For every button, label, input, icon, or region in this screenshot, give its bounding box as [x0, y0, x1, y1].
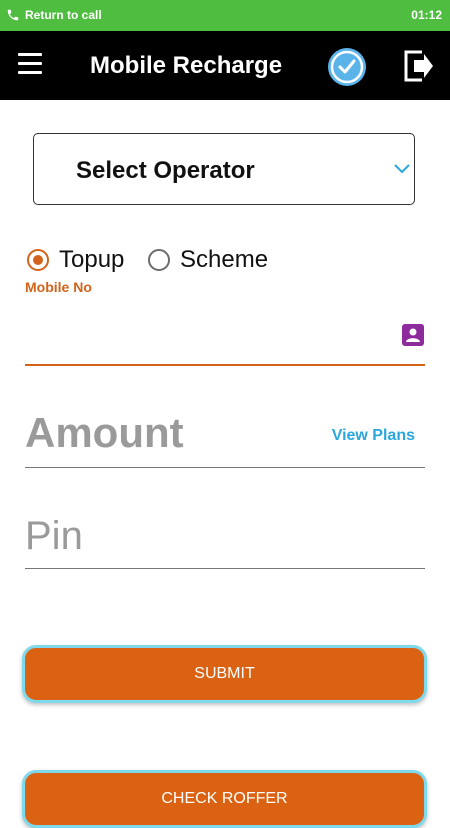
mobile-number-input[interactable] — [25, 300, 425, 366]
check-roffer-button[interactable]: CHECK ROFFER — [22, 770, 427, 828]
view-plans-link[interactable]: View Plans — [332, 427, 415, 445]
chevron-down-icon — [394, 164, 410, 174]
amount-underline — [25, 467, 425, 468]
page-title: Mobile Recharge — [90, 52, 283, 79]
app-bar: Mobile Recharge — [0, 31, 450, 100]
menu-icon[interactable] — [18, 53, 52, 79]
mobile-no-label: Mobile No — [25, 279, 92, 295]
pin-input[interactable] — [25, 505, 425, 567]
contact-icon[interactable] — [402, 324, 424, 346]
radio-unselected-icon — [148, 249, 170, 271]
phone-icon — [7, 9, 19, 21]
submit-button[interactable]: SUBMIT — [22, 645, 427, 703]
exit-icon[interactable] — [400, 46, 436, 86]
return-to-call-bar[interactable]: Return to call 01:12 — [0, 0, 450, 31]
amount-input[interactable] — [25, 400, 325, 466]
pin-underline — [25, 568, 425, 569]
radio-topup[interactable]: Topup — [27, 246, 124, 274]
verified-check-icon[interactable] — [327, 47, 367, 87]
radio-scheme-label: Scheme — [180, 246, 269, 273]
radio-scheme[interactable]: Scheme — [148, 246, 268, 274]
select-operator-label: Select Operator — [76, 157, 255, 184]
radio-topup-label: Topup — [59, 246, 125, 273]
return-to-call-label: Return to call — [25, 8, 102, 22]
clock: 01:12 — [411, 8, 442, 22]
radio-selected-icon — [27, 249, 49, 271]
select-operator-dropdown[interactable]: Select Operator — [33, 133, 415, 205]
